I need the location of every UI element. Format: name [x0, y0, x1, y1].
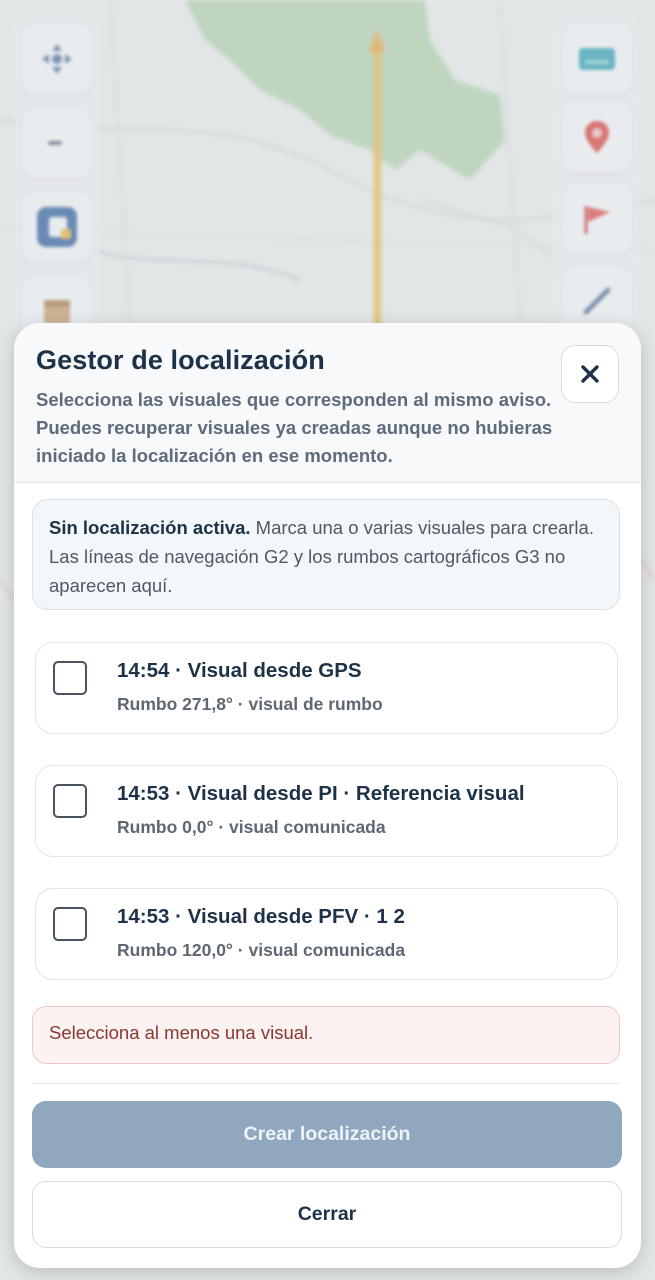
- visual-checkbox[interactable]: [53, 907, 87, 941]
- visual-title: 14:53 · Visual desde PI · Referencia vis…: [117, 782, 525, 805]
- close-sheet-button[interactable]: Cerrar: [32, 1181, 622, 1248]
- visual-item[interactable]: 14:53 · Visual desde PFV · 1 2 Rumbo 120…: [35, 888, 618, 980]
- visual-title: 14:53 · Visual desde PFV · 1 2: [117, 905, 405, 928]
- visual-item[interactable]: 14:53 · Visual desde PI · Referencia vis…: [35, 765, 618, 857]
- info-notice: Sin localización activa. Marca una o var…: [32, 499, 620, 610]
- visual-checkbox[interactable]: [53, 784, 87, 818]
- sheet-description: Selecciona las visuales que corresponden…: [36, 389, 553, 466]
- location-manager-sheet: Gestor de localización Selecciona las vi…: [14, 323, 641, 1268]
- info-notice-strong: Sin localización activa.: [49, 517, 251, 538]
- sheet-header: Gestor de localización Selecciona las vi…: [14, 323, 641, 483]
- close-button[interactable]: [561, 345, 619, 403]
- sheet-title: Gestor de localización: [36, 345, 325, 375]
- visual-subtitle: Rumbo 120,0° · visual comunicada: [117, 940, 406, 960]
- visual-title: 14:54 · Visual desde GPS: [117, 659, 362, 682]
- visual-checkbox[interactable]: [53, 661, 87, 695]
- close-icon: [581, 365, 599, 383]
- validation-error: Selecciona al menos una visual.: [32, 1006, 620, 1064]
- visual-subtitle: Rumbo 271,8° · visual de rumbo: [117, 694, 383, 714]
- visual-subtitle: Rumbo 0,0° · visual comunicada: [117, 817, 386, 837]
- create-location-button[interactable]: Crear localización: [32, 1101, 622, 1168]
- divider: [32, 1083, 620, 1084]
- visual-item[interactable]: 14:54 · Visual desde GPS Rumbo 271,8° · …: [35, 642, 618, 734]
